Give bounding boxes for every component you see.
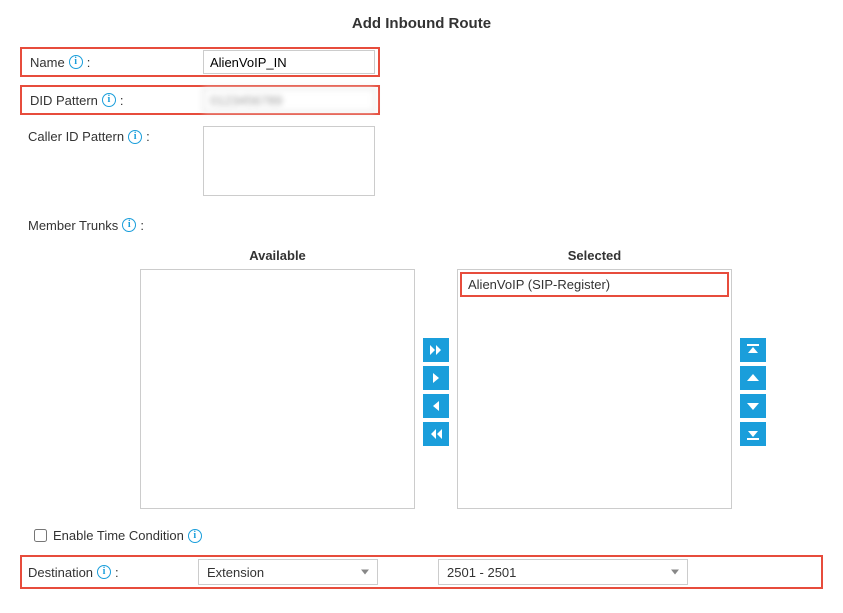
label-caller-id-pattern: Caller ID Pattern i : <box>20 123 200 150</box>
info-icon[interactable]: i <box>97 565 111 579</box>
row-member-trunks-label: Member Trunks i : <box>20 210 823 240</box>
row-did-pattern: DID Pattern i : <box>20 85 823 115</box>
destination-value-select[interactable]: 2501 - 2501 <box>438 559 688 585</box>
row-enable-time-condition: Enable Time Condition i <box>30 526 823 545</box>
row-name: Name i : <box>20 47 823 77</box>
move-left-button[interactable] <box>423 394 449 418</box>
label-did-pattern: DID Pattern i : <box>20 85 200 115</box>
chevron-up-icon <box>745 370 761 386</box>
info-icon[interactable]: i <box>102 93 116 107</box>
destination-type-select[interactable]: Extension <box>198 559 378 585</box>
dual-list-container: Available Selected AlienVoIP (SIP-Regist… <box>140 248 823 512</box>
move-all-right-button[interactable] <box>423 338 449 362</box>
available-header: Available <box>249 248 306 263</box>
caller-id-pattern-input[interactable] <box>203 126 375 196</box>
available-column: Available <box>140 248 415 509</box>
transfer-buttons <box>423 272 449 512</box>
chevrons-right-icon <box>428 342 444 358</box>
label-name: Name i : <box>20 47 200 77</box>
did-pattern-input[interactable] <box>203 88 375 112</box>
label-destination-text: Destination <box>28 565 93 580</box>
bar-chevron-up-icon <box>745 342 761 358</box>
selected-header: Selected <box>568 248 621 263</box>
label-did-pattern-text: DID Pattern <box>30 93 98 108</box>
row-caller-id-pattern: Caller ID Pattern i : <box>20 123 823 202</box>
value-did-pattern <box>200 85 380 115</box>
move-bottom-button[interactable] <box>740 422 766 446</box>
row-destination: Destination i : Extension 2501 - 2501 <box>20 555 823 589</box>
move-down-button[interactable] <box>740 394 766 418</box>
value-caller-id-pattern <box>200 123 378 202</box>
name-input[interactable] <box>203 50 375 74</box>
destination-type-value: Extension <box>207 565 264 580</box>
chevron-down-icon <box>361 570 369 575</box>
label-colon: : <box>87 55 91 70</box>
label-name-text: Name <box>30 55 65 70</box>
value-name <box>200 47 380 77</box>
enable-time-condition-checkbox[interactable] <box>34 529 47 542</box>
info-icon[interactable]: i <box>122 218 136 232</box>
bar-chevron-down-icon <box>745 426 761 442</box>
page-title: Add Inbound Route <box>20 15 823 32</box>
selected-column: Selected AlienVoIP (SIP-Register) <box>457 248 732 509</box>
destination-value-value: 2501 - 2501 <box>447 565 516 580</box>
chevrons-left-icon <box>428 426 444 442</box>
chevron-down-icon <box>671 570 679 575</box>
chevron-right-icon <box>428 370 444 386</box>
move-up-button[interactable] <box>740 366 766 390</box>
selected-list[interactable]: AlienVoIP (SIP-Register) <box>457 269 732 509</box>
list-item[interactable]: AlienVoIP (SIP-Register) <box>460 272 729 297</box>
label-member-trunks-text: Member Trunks <box>28 218 118 233</box>
label-destination: Destination i : <box>22 565 198 580</box>
move-top-button[interactable] <box>740 338 766 362</box>
chevron-left-icon <box>428 398 444 414</box>
label-member-trunks: Member Trunks i : <box>20 210 200 240</box>
chevron-down-icon <box>745 398 761 414</box>
move-all-left-button[interactable] <box>423 422 449 446</box>
label-colon: : <box>140 218 144 233</box>
move-right-button[interactable] <box>423 366 449 390</box>
info-icon[interactable]: i <box>69 55 83 69</box>
enable-time-condition-label: Enable Time Condition <box>53 528 184 543</box>
order-buttons <box>740 272 766 512</box>
info-icon[interactable]: i <box>188 529 202 543</box>
label-colon: : <box>115 565 119 580</box>
label-caller-id-pattern-text: Caller ID Pattern <box>28 129 124 144</box>
info-icon[interactable]: i <box>128 130 142 144</box>
dual-list-wrapper: Available Selected AlienVoIP (SIP-Regist… <box>140 248 823 512</box>
label-colon: : <box>146 129 150 144</box>
available-list[interactable] <box>140 269 415 509</box>
label-colon: : <box>120 93 124 108</box>
